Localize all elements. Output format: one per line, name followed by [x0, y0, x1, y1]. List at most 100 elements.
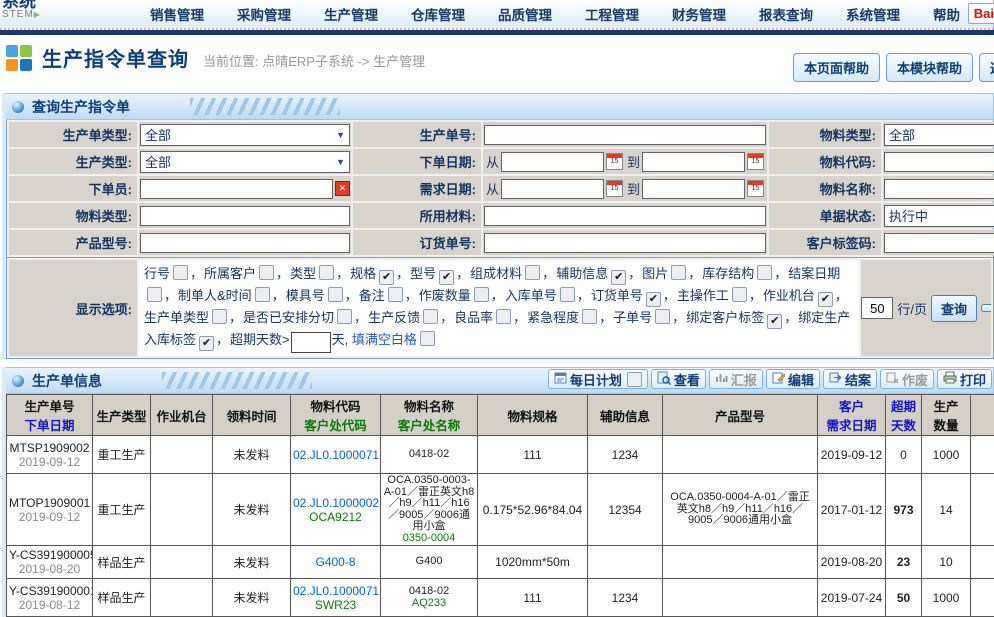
material-code-link[interactable]: 02.JL0.1000071 — [293, 584, 378, 598]
material-code-input[interactable] — [884, 152, 994, 172]
query-section-title: 查询生产指令单 — [32, 97, 130, 117]
toolbar-button-结案[interactable]: 结案 — [823, 369, 877, 389]
option-label: 良品率 — [454, 310, 493, 325]
material-type2-input[interactable] — [140, 206, 350, 226]
menu-item[interactable]: 销售管理 — [150, 4, 204, 24]
option-checkbox[interactable]: ✔ — [646, 292, 661, 307]
help-button[interactable]: 本模块帮助 — [886, 53, 973, 82]
option-checkbox[interactable]: ✔ — [439, 270, 454, 285]
order-type-select[interactable]: 全部▼ — [140, 124, 350, 146]
column-header-line2: 客户处代码 — [291, 415, 380, 434]
option-separator: ， — [229, 310, 242, 325]
material-type-select[interactable]: 全部 — [884, 124, 994, 146]
menu-item[interactable]: 品质管理 — [498, 4, 552, 24]
option-checkbox[interactable] — [337, 309, 352, 324]
clipped-button[interactable] — [981, 304, 991, 312]
orderer-input[interactable] — [140, 179, 333, 199]
option-checkbox[interactable] — [259, 265, 274, 280]
option-label: 行号 — [144, 266, 170, 281]
status-select[interactable]: 执行中 — [884, 205, 994, 227]
daily-plan-checkbox[interactable] — [627, 372, 642, 387]
overdue-days-input[interactable] — [291, 332, 331, 353]
option-checkbox[interactable] — [671, 265, 686, 280]
material-code-link[interactable]: G400-8 — [293, 555, 378, 569]
column-header-line1: 物料名称 — [381, 396, 477, 415]
clear-icon[interactable]: ✕ — [335, 181, 350, 196]
overdue-days-cell: 23 — [886, 546, 922, 579]
table-row: Y-CS3919000052019-08-20样品生产未发料G400-8G400… — [7, 546, 994, 579]
order-form-input[interactable] — [484, 233, 766, 253]
order-no-input[interactable] — [484, 125, 766, 145]
toolbar-button-打印[interactable]: 打印 — [937, 369, 992, 389]
option-checkbox[interactable] — [757, 265, 772, 280]
option-checkbox[interactable] — [319, 265, 334, 280]
material-code-link[interactable]: 02.JL0.1000071 — [293, 448, 378, 462]
option-checkbox[interactable] — [255, 287, 270, 302]
calendar-icon[interactable]: 15 — [747, 153, 764, 170]
orderer-label: 下单员: — [9, 176, 137, 201]
option-checkbox[interactable] — [423, 309, 438, 324]
option-checkbox[interactable]: ✔ — [611, 270, 626, 285]
menu-item[interactable]: 财务管理 — [672, 4, 726, 24]
toolbar-button-每日计划[interactable]: 每日计划 — [548, 369, 648, 389]
toolbar-button-查看[interactable]: 查看 — [651, 369, 706, 389]
menu-item[interactable]: 帮助 — [933, 4, 960, 24]
from-label: 从 — [486, 152, 499, 171]
customer-tag-input[interactable] — [884, 233, 994, 253]
customer-name: 0350-0004 — [383, 533, 475, 545]
material-name-input[interactable] — [884, 179, 994, 199]
option-checkbox[interactable] — [582, 309, 597, 324]
option-checkbox[interactable] — [328, 287, 343, 302]
option-checkbox[interactable] — [474, 287, 489, 302]
page-size-input[interactable] — [861, 297, 893, 319]
prod-type-select[interactable]: 全部▼ — [140, 151, 350, 173]
spec-cell: 1020mm*50m — [478, 546, 588, 579]
prod-type-cell: 重工生产 — [93, 474, 151, 546]
menu-item[interactable]: 采购管理 — [237, 4, 291, 24]
material-time-cell: 未发料 — [213, 579, 291, 617]
option-checkbox[interactable] — [560, 287, 575, 302]
menu-item[interactable]: 仓库管理 — [411, 4, 465, 24]
fill-blank-checkbox[interactable] — [420, 331, 435, 346]
material-code-link[interactable]: 02.JL0.1000002 — [293, 496, 378, 510]
material-name: 0418-02 — [383, 449, 475, 461]
option-checkbox[interactable] — [173, 265, 188, 280]
need-date-from-input[interactable] — [501, 179, 604, 199]
option-checkbox[interactable]: ✔ — [199, 336, 214, 351]
option-checkbox[interactable] — [732, 287, 747, 302]
option-checkbox[interactable] — [525, 265, 540, 280]
aux-info-cell — [588, 546, 663, 579]
menu-item[interactable]: 工程管理 — [585, 4, 639, 24]
menu-item[interactable]: 报表查询 — [759, 4, 813, 24]
used-material-input[interactable] — [484, 206, 766, 226]
menu-item[interactable]: 系统管理 — [846, 4, 900, 24]
product-model-input[interactable] — [140, 233, 350, 253]
toolbar-button-编辑[interactable]: 编辑 — [766, 369, 820, 389]
option-separator: ， — [405, 288, 418, 303]
order-date: 2019-09-12 — [9, 510, 90, 524]
logo-text-bottom: STEM▶ — [2, 8, 41, 21]
calendar-icon[interactable]: 15 — [606, 180, 623, 197]
option-checkbox[interactable] — [388, 287, 403, 302]
option-separator: ， — [599, 310, 612, 325]
menu-item[interactable]: 生产管理 — [324, 4, 378, 24]
option-checkbox[interactable] — [655, 309, 670, 324]
option-checkbox[interactable]: ✔ — [379, 270, 394, 285]
option-checkbox[interactable] — [147, 287, 162, 302]
need-date-to-input[interactable] — [642, 179, 745, 199]
fill-blank-label[interactable]: 填满空白格 — [352, 332, 417, 347]
option-checkbox[interactable]: ✔ — [818, 292, 833, 307]
order-date-from-input[interactable] — [501, 152, 604, 172]
machine-cell — [151, 579, 213, 617]
option-checkbox[interactable] — [212, 309, 227, 324]
option-checkbox[interactable]: ✔ — [767, 314, 782, 329]
orders-section-header: 生产单信息 每日计划查看汇报编辑结案作废打印 — [6, 367, 994, 394]
order-date-to-input[interactable] — [642, 152, 745, 172]
help-button[interactable]: 返回 — [979, 53, 994, 82]
help-button[interactable]: 本页面帮助 — [793, 53, 880, 82]
option-separator: ， — [774, 266, 787, 281]
option-checkbox[interactable] — [496, 309, 511, 324]
calendar-icon[interactable]: 15 — [606, 153, 623, 170]
calendar-icon[interactable]: 15 — [747, 180, 764, 197]
search-button[interactable]: 查询 — [931, 295, 977, 322]
